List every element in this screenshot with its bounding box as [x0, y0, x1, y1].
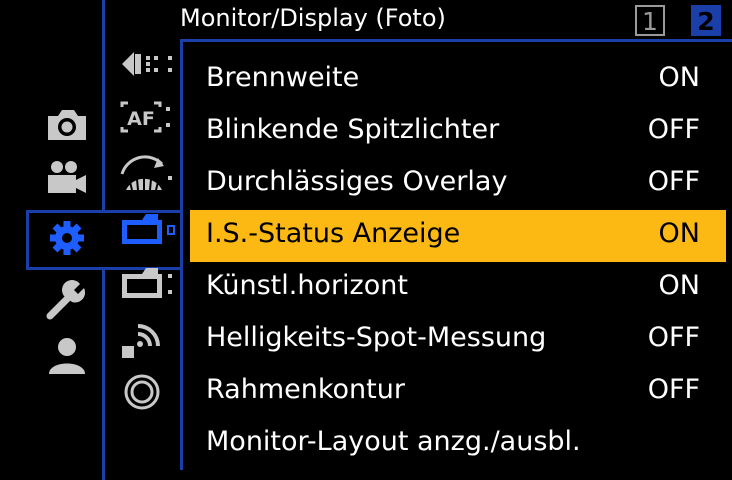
menu-item-label: Monitor-Layout anzg./ausbl.	[206, 426, 581, 457]
menu-item-rahmenkontur[interactable]: Rahmenkontur OFF	[190, 366, 726, 418]
menu-item-is-status-anzeige[interactable]: I.S.-Status Anzeige ON	[190, 210, 726, 262]
monitor-display-icon[interactable]	[118, 210, 176, 250]
svg-text:AF: AF	[127, 108, 155, 130]
menu-item-helligkeits-spot-messung[interactable]: Helligkeits-Spot-Messung OFF	[190, 314, 726, 366]
menu-item-label: Brennweite	[206, 62, 360, 93]
menu-item-label: Durchlässiges Overlay	[206, 166, 508, 197]
menu-item-label: Blinkende Spitzlichter	[206, 114, 500, 145]
menu-item-durchlaessiges-overlay[interactable]: Durchlässiges Overlay OFF	[190, 158, 726, 210]
menu-item-value: OFF	[647, 166, 700, 197]
menu-item-label: I.S.-Status Anzeige	[206, 218, 461, 249]
wrench-icon[interactable]	[44, 280, 90, 320]
menu-item-label: Rahmenkontur	[206, 374, 405, 405]
exposure-dial-icon[interactable]	[118, 152, 176, 192]
page-title: Monitor/Display (Foto)	[180, 4, 446, 32]
menu-item-brennweite[interactable]: Brennweite ON	[190, 54, 726, 106]
video-camera-icon[interactable]	[44, 158, 90, 198]
menu-item-value: OFF	[647, 322, 700, 353]
left-divider	[102, 0, 105, 210]
menu-item-value: ON	[658, 62, 700, 93]
menu-item-value: OFF	[647, 374, 700, 405]
page-indicator-2[interactable]: 2	[691, 5, 721, 36]
af-icon[interactable]: AF	[118, 97, 176, 137]
user-icon[interactable]	[44, 336, 90, 376]
menu-divider	[180, 40, 183, 470]
left-divider-lower	[102, 270, 105, 480]
wireless-icon[interactable]	[118, 322, 176, 362]
menu-item-value: ON	[658, 218, 700, 249]
menu-item-value: ON	[658, 270, 700, 301]
menu-item-monitor-layout[interactable]: Monitor-Layout anzg./ausbl.	[190, 418, 726, 470]
header-underline	[180, 39, 732, 42]
menu-item-kuenstl-horizont[interactable]: Künstl.horizont ON	[190, 262, 726, 314]
menu-item-label: Helligkeits-Spot-Messung	[206, 322, 547, 353]
menu-item-value: OFF	[647, 114, 700, 145]
gear-icon[interactable]	[44, 218, 90, 258]
page-indicator-1[interactable]: 1	[635, 5, 665, 36]
focus-tracking-icon[interactable]	[118, 44, 176, 84]
lens-icon[interactable]	[118, 372, 176, 412]
monitor-display-video-icon[interactable]	[118, 264, 176, 304]
menu-item-blinkende-spitzlichter[interactable]: Blinkende Spitzlichter OFF	[190, 106, 726, 158]
menu-item-label: Künstl.horizont	[206, 270, 408, 301]
camera-icon[interactable]	[44, 106, 90, 146]
